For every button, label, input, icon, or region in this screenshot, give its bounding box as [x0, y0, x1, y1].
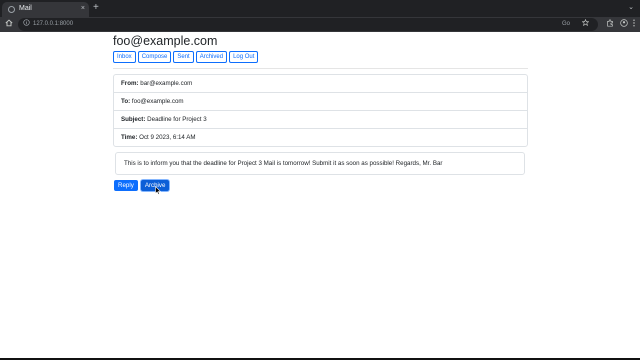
- reply-button[interactable]: Reply: [114, 180, 138, 191]
- address-bar[interactable]: 127.0.0.1:8000 Go: [18, 18, 598, 31]
- email-to-row: To: foo@example.com: [114, 92, 527, 110]
- time-value: Oct 9 2023, 6:14 AM: [139, 134, 196, 141]
- logout-button[interactable]: Log Out: [229, 51, 259, 63]
- mail-page: foo@example.com Inbox Compose Sent Archi…: [0, 32, 640, 358]
- from-value: bar@example.com: [140, 80, 193, 87]
- browser-tabstrip: Mail × + ⌄: [0, 0, 640, 17]
- divider: [113, 68, 528, 69]
- to-label: To:: [121, 98, 131, 105]
- tab-title: Mail: [19, 5, 32, 12]
- inbox-button[interactable]: Inbox: [113, 51, 136, 63]
- email-actions: Reply Archive: [114, 180, 170, 191]
- new-tab-icon[interactable]: +: [93, 2, 99, 14]
- puzzle-icon[interactable]: [606, 19, 614, 30]
- compose-button[interactable]: Compose: [137, 51, 172, 63]
- mouse-cursor-icon: [155, 186, 161, 195]
- email-metadata: From: bar@example.com To: foo@example.co…: [113, 74, 528, 147]
- email-from-row: From: bar@example.com: [114, 75, 527, 92]
- chevron-down-icon[interactable]: ⌄: [628, 3, 634, 13]
- email-subject-row: Subject: Deadline for Project 3: [114, 110, 527, 128]
- archived-button[interactable]: Archived: [195, 51, 228, 63]
- browser-tab[interactable]: Mail ×: [2, 2, 89, 17]
- url-text[interactable]: 127.0.0.1:8000: [33, 19, 73, 30]
- email-body: This is to inform you that the deadline …: [115, 152, 525, 175]
- subject-label: Subject:: [121, 116, 146, 123]
- home-icon[interactable]: [5, 19, 13, 30]
- profile-icon[interactable]: [620, 19, 628, 30]
- email-time-row: Time: Oct 9 2023, 6:14 AM: [114, 128, 527, 146]
- close-icon[interactable]: ×: [81, 4, 85, 14]
- mail-nav: Inbox Compose Sent Archived Log Out: [113, 51, 259, 63]
- time-label: Time:: [121, 134, 138, 141]
- from-label: From:: [121, 80, 139, 87]
- star-icon[interactable]: [581, 18, 590, 30]
- translate-indicator[interactable]: Go: [562, 19, 570, 30]
- to-value: foo@example.com: [131, 98, 184, 105]
- info-icon[interactable]: [23, 19, 30, 30]
- sent-button[interactable]: Sent: [173, 51, 194, 63]
- browser-toolbar: 127.0.0.1:8000 Go: [0, 17, 640, 32]
- globe-icon: [8, 6, 15, 13]
- subject-value: Deadline for Project 3: [147, 116, 207, 123]
- kebab-menu-icon[interactable]: [632, 19, 636, 30]
- account-email: foo@example.com: [113, 34, 218, 48]
